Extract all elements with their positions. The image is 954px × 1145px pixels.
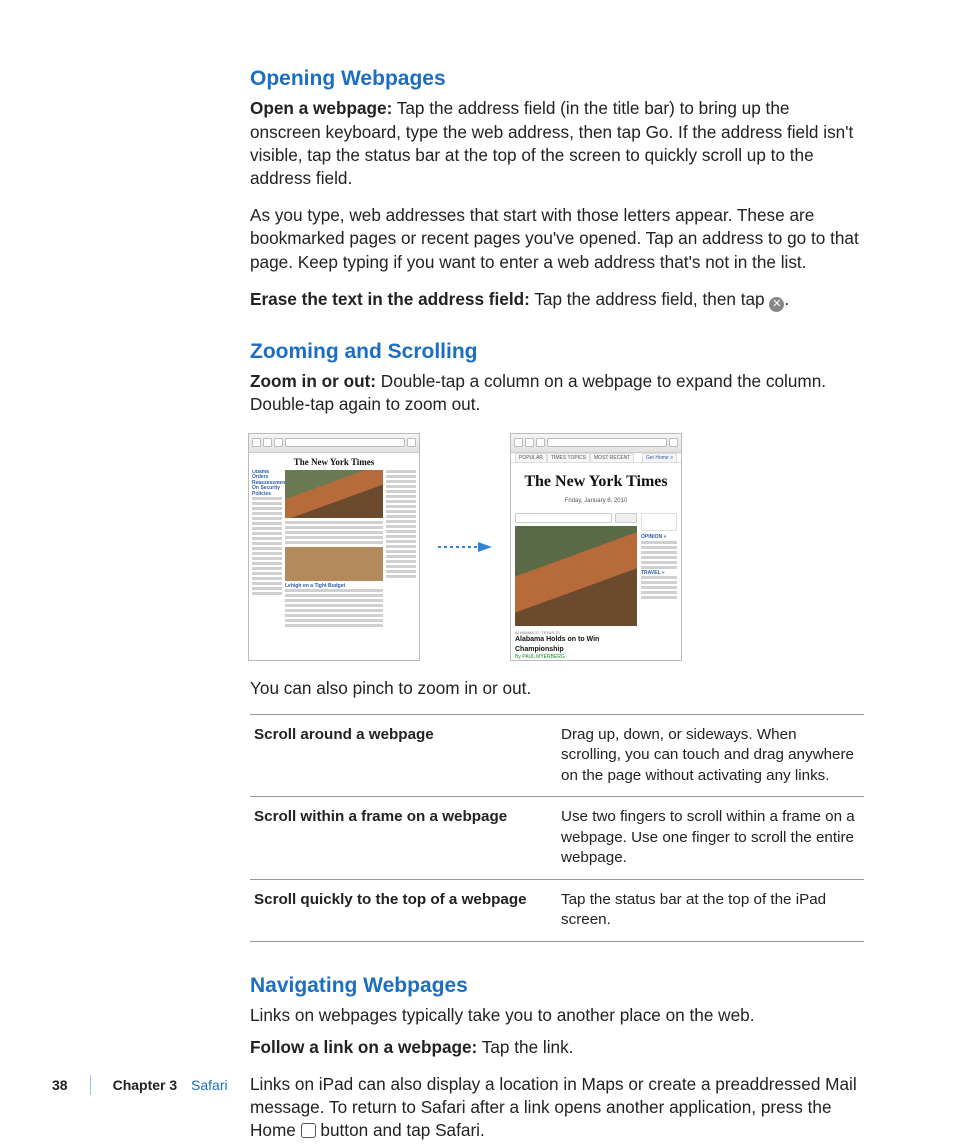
zoom-lead: Zoom in or out: — [250, 371, 376, 391]
heading-opening: Opening Webpages — [250, 65, 864, 93]
zoom-arrow-icon — [438, 541, 492, 553]
table-val: Drag up, down, or sideways. When scrolli… — [557, 714, 864, 797]
address-bar — [285, 438, 405, 447]
table-val: Use two fingers to scroll within a frame… — [557, 797, 864, 880]
nyt-masthead-small: The New York Times — [249, 453, 419, 470]
chapter-label: Chapter 3 — [113, 1077, 178, 1093]
pinch-paragraph: You can also pinch to zoom in or out. — [250, 677, 864, 700]
heading-navigating: Navigating Webpages — [250, 972, 864, 1000]
manual-page: Opening Webpages Open a webpage: Tap the… — [0, 0, 954, 1145]
home-button-icon — [301, 1123, 316, 1138]
footer-divider — [90, 1075, 91, 1095]
table-key: Scroll quickly to the top of a webpage — [250, 879, 557, 941]
erase-body: Tap the address field, then tap — [530, 289, 770, 309]
nyt-headline: Alabama Holds on to Win Championship — [515, 635, 637, 654]
table-row: Scroll within a frame on a webpage Use t… — [250, 797, 864, 880]
nyt-hero-photo-zoomed — [515, 526, 637, 626]
page-number: 38 — [52, 1076, 68, 1095]
screenshot-after-zoom: POPULARTIMES TOPICSMOST RECENT Get Home … — [510, 433, 682, 661]
home-button-text-b: button and tap Safari. — [316, 1120, 485, 1140]
table-row: Scroll around a webpage Drag up, down, o… — [250, 714, 864, 797]
table-row: Scroll quickly to the top of a webpage T… — [250, 879, 864, 941]
nyt-byline: By PAUL MYERBERG — [515, 654, 637, 660]
page-footer: 38 Chapter 3 Safari — [0, 1075, 954, 1095]
nyt-tabs: POPULARTIMES TOPICSMOST RECENT Get Home … — [511, 453, 681, 464]
follow-link-paragraph: Follow a link on a webpage: Tap the link… — [250, 1036, 864, 1059]
links-paragraph: Links on webpages typically take you to … — [250, 1004, 864, 1027]
table-key: Scroll within a frame on a webpage — [250, 797, 557, 880]
follow-link-lead: Follow a link on a webpage: — [250, 1037, 477, 1057]
heading-zooming: Zooming and Scrolling — [250, 338, 864, 366]
zoom-figure-row: The New York Times Obama Orders Reassess… — [248, 433, 864, 661]
clear-text-icon: ✕ — [769, 297, 784, 312]
open-webpage-paragraph: Open a webpage: Tap the address field (i… — [250, 97, 864, 190]
nyt-hero-photo — [285, 470, 383, 518]
screenshot-before-zoom: The New York Times Obama Orders Reassess… — [248, 433, 420, 661]
scroll-table: Scroll around a webpage Drag up, down, o… — [250, 714, 864, 942]
erase-lead: Erase the text in the address field: — [250, 289, 530, 309]
open-webpage-lead: Open a webpage: — [250, 98, 392, 118]
browser-toolbar — [249, 434, 419, 453]
search-button — [615, 513, 637, 523]
nyt-photo-building — [285, 547, 383, 581]
browser-toolbar — [511, 434, 681, 453]
nyt-date: Friday, January 8, 2010 — [511, 497, 681, 505]
erase-paragraph: Erase the text in the address field: Tap… — [250, 288, 864, 312]
follow-link-body: Tap the link. — [477, 1037, 573, 1057]
erase-tail: . — [784, 289, 789, 309]
search-box — [515, 513, 612, 523]
get-home-link: Get Home > — [642, 453, 677, 463]
chapter-title: Safari — [191, 1077, 228, 1093]
address-bar — [547, 438, 667, 447]
zoom-paragraph: Zoom in or out: Double-tap a column on a… — [250, 370, 864, 416]
promo-box — [641, 513, 677, 531]
nyt-masthead-large: The New York Times — [511, 463, 681, 497]
autocomplete-paragraph: As you type, web addresses that start wi… — [250, 204, 864, 274]
table-key: Scroll around a webpage — [250, 714, 557, 797]
table-val: Tap the status bar at the top of the iPa… — [557, 879, 864, 941]
